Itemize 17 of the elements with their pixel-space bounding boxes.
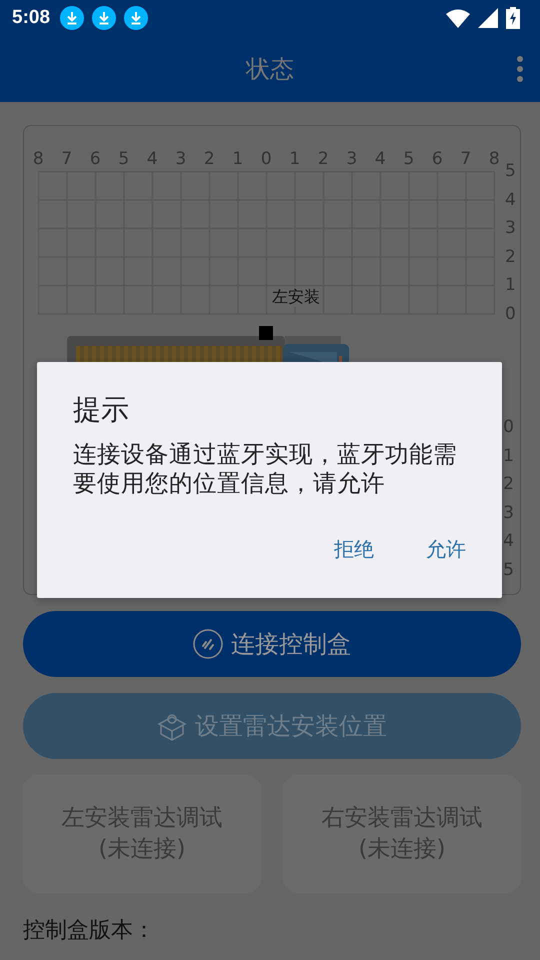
download-icon [60,6,84,30]
version-label: 控制盒版本： [23,917,156,945]
screen-title: 状态 [246,54,294,85]
download-icon [124,6,148,30]
dialog-title: 提示 [73,392,130,428]
mount-label: 左安装 [272,287,320,307]
radar-sensor-icon [259,326,273,340]
more-options-icon[interactable] [516,56,524,82]
signal-icon [478,8,498,28]
connect-button[interactable]: 连接控制盒 [23,611,521,677]
dialog-button[interactable]: 允许 [418,532,474,567]
wifi-icon [446,8,470,28]
dialog-button[interactable]: 拒绝 [326,532,382,567]
battery-charging-icon [506,7,520,29]
download-icon [92,6,116,30]
dialog-message: 连接设备通过蓝牙实现，蓝牙功能需要使用您的位置信息，请允许 [73,440,458,498]
status-time: 5:08 [12,7,50,29]
